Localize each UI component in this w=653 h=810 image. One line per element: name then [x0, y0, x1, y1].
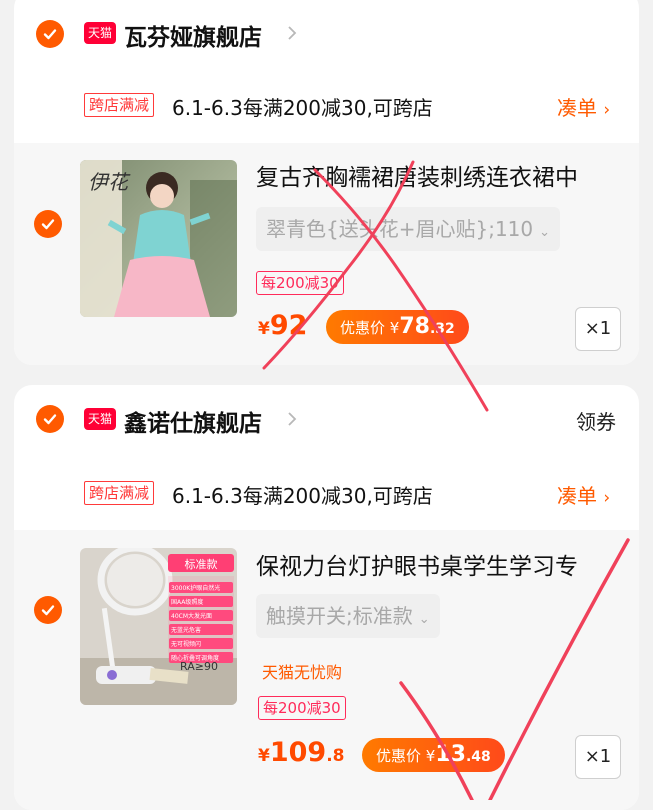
tmall-badge: 天猫	[84, 408, 116, 430]
thumbnail-feature: 3000K护眼自然光	[169, 582, 233, 593]
store-card-1: 天猫 瓦芬娅旗舰店 跨店满减 6.1-6.3每满200减30,可跨店 凑单 ›	[14, 0, 639, 365]
item-select-checkbox[interactable]	[34, 210, 62, 238]
chevron-right-icon[interactable]	[284, 25, 300, 41]
price: ¥109.8	[258, 737, 345, 768]
sku-selector[interactable]: 触摸开关;标准款 ⌄	[256, 594, 440, 638]
product-thumbnail[interactable]: 标准款 3000K护眼自然光 国AA级照度 40CM大发光面 无蓝光危害 无可视…	[80, 548, 237, 705]
chevron-right-icon: ›	[603, 100, 611, 120]
store-card-2: 天猫 鑫诺仕旗舰店 领券 跨店满减 6.1-6.3每满200减30,可跨店 凑单…	[14, 385, 639, 810]
sku-selector[interactable]: 翠青色{送头花+眉心贴};110 ⌄	[256, 207, 561, 251]
chevron-right-icon[interactable]	[284, 411, 300, 427]
thumbnail-badge: 标准款	[184, 558, 218, 571]
thumbnail-feature-list: 3000K护眼自然光 国AA级照度 40CM大发光面 无蓝光危害 无可视频闪 随…	[169, 582, 233, 666]
add-on-link[interactable]: 凑单 ›	[557, 92, 610, 121]
check-icon	[43, 414, 57, 425]
tmall-badge: 天猫	[84, 22, 116, 44]
thumbnail-logo-text: 伊花	[88, 170, 128, 194]
chevron-right-icon: ›	[603, 488, 611, 508]
thumbnail-feature: 无蓝光危害	[169, 624, 233, 635]
cross-store-promo-tag: 跨店满减	[84, 481, 155, 505]
check-icon	[43, 29, 57, 40]
tmall-worry-free-tag: 天猫无忧购	[262, 663, 343, 682]
product-title[interactable]: 保视力台灯护眼书桌学生学习专	[256, 547, 606, 581]
deal-price-pill[interactable]: 优惠价 ¥78.32	[326, 310, 469, 344]
thumbnail-feature: 国AA级照度	[169, 596, 233, 607]
thumbnail-ra-label: RA≥90	[180, 660, 218, 673]
store-select-checkbox[interactable]	[36, 20, 64, 48]
promo-text: 6.1-6.3每满200减30,可跨店	[172, 96, 433, 120]
check-icon	[41, 605, 55, 616]
discount-tag: 每200减30	[258, 696, 346, 720]
item-select-checkbox[interactable]	[34, 596, 62, 624]
get-coupon-button[interactable]: 领券	[576, 406, 616, 435]
product-title[interactable]: 复古齐胸襦裙唐装刺绣连衣裙中	[256, 158, 606, 192]
store-name[interactable]: 瓦芬娅旗舰店	[124, 18, 262, 52]
chevron-down-icon: ⌄	[418, 612, 430, 627]
deal-price-pill[interactable]: 优惠价 ¥13.48	[362, 738, 505, 772]
discount-tag: 每200减30	[256, 271, 344, 295]
promo-text: 6.1-6.3每满200减30,可跨店	[172, 484, 433, 508]
product-thumbnail[interactable]: 伊花	[80, 160, 237, 317]
quantity-stepper[interactable]: ×1	[575, 307, 621, 351]
thumbnail-feature: 40CM大发光面	[169, 610, 233, 621]
quantity-stepper[interactable]: ×1	[575, 735, 621, 779]
add-on-link[interactable]: 凑单 ›	[557, 480, 610, 509]
price: ¥92	[258, 310, 308, 341]
thumbnail-feature: 无可视频闪	[169, 638, 233, 649]
store-name[interactable]: 鑫诺仕旗舰店	[124, 404, 262, 438]
cross-store-promo-tag: 跨店满减	[84, 93, 155, 117]
store-select-checkbox[interactable]	[36, 405, 64, 433]
chevron-down-icon: ⌄	[539, 225, 551, 240]
check-icon	[41, 219, 55, 230]
